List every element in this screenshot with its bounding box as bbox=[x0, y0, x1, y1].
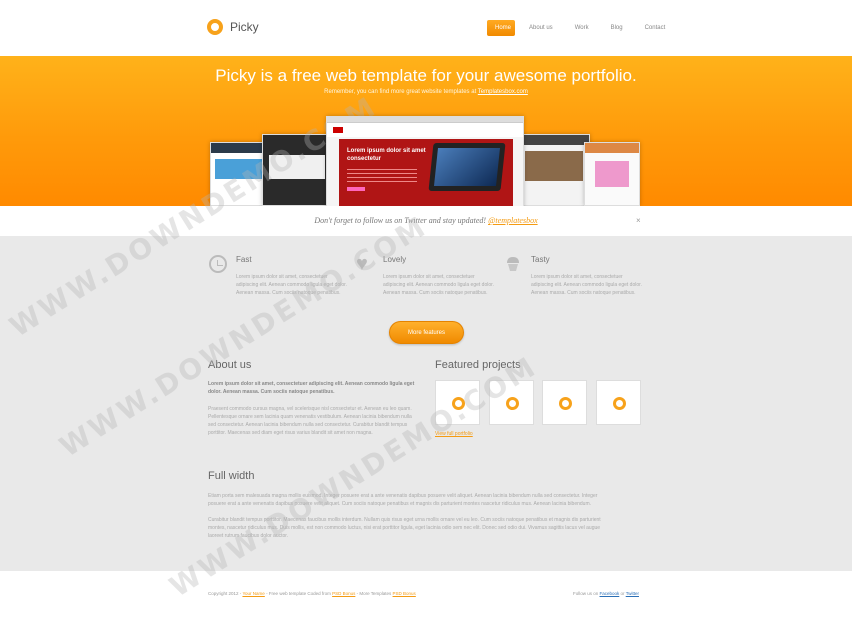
site-header: Picky Home About us Work Blog Contact bbox=[0, 0, 852, 56]
feature-title: Tasty bbox=[531, 255, 550, 264]
cupcake-icon bbox=[504, 255, 522, 273]
hero-subtitle: Remember, you can find more great websit… bbox=[0, 89, 852, 95]
footer-copyright: Copyright 2012 - Your Name - Free web te… bbox=[208, 591, 416, 596]
hero-sub-text: Remember, you can find more great websit… bbox=[324, 89, 478, 95]
logo-ring-icon bbox=[506, 397, 519, 410]
browser-nav bbox=[327, 123, 523, 137]
clock-icon bbox=[209, 255, 227, 273]
slide-title: Lorem ipsum dolor sit amet consectetur bbox=[347, 148, 426, 162]
project-thumb[interactable] bbox=[542, 380, 587, 425]
twitter-handle-link[interactable]: @templatesbox bbox=[488, 216, 538, 225]
hero-title: Picky is a free web template for your aw… bbox=[215, 66, 637, 85]
fullwidth-line: montes, nascetur ridiculus mus. Duis mol… bbox=[208, 525, 601, 531]
screenshot-right-1 bbox=[518, 134, 590, 206]
project-thumb[interactable] bbox=[596, 380, 641, 425]
about-title: About us bbox=[208, 359, 252, 371]
site-footer: Copyright 2012 - Your Name - Free web te… bbox=[0, 571, 852, 622]
twitter-text: Don't forget to follow us on Twitter and… bbox=[314, 216, 489, 225]
feature-text: Lorem ipsum dolor sit amet, consectetuer… bbox=[531, 274, 642, 296]
feature-text: Lorem ipsum dolor sit amet, consectetuer… bbox=[383, 274, 494, 296]
footer-text: Copyright 2012 - bbox=[208, 591, 243, 596]
twitter-message: Don't forget to follow us on Twitter and… bbox=[0, 216, 852, 225]
twitter-link[interactable]: Twitter bbox=[626, 591, 639, 596]
about-lead: Lorem ipsum dolor sit amet, consectetuer… bbox=[208, 381, 415, 395]
view-portfolio-link[interactable]: View full portfolio bbox=[435, 431, 473, 437]
logo-text: Picky bbox=[230, 20, 259, 34]
nav-work[interactable]: Work bbox=[567, 20, 597, 36]
footer-psd-link[interactable]: PSD Bonus bbox=[332, 591, 355, 596]
footer-text: - More Templates bbox=[355, 591, 393, 596]
logo-ring-icon bbox=[207, 19, 223, 35]
screenshot-right-2 bbox=[584, 142, 640, 206]
main-nav: Home About us Work Blog Contact bbox=[487, 20, 679, 36]
about-body: Praesent commodo cursus magna, vel scele… bbox=[208, 406, 412, 436]
template-screenshots: Lorem ipsum dolor sit amet consectetur bbox=[210, 116, 640, 206]
twitter-strip: Don't forget to follow us on Twitter and… bbox=[0, 206, 852, 236]
slide-button bbox=[347, 187, 365, 191]
nav-about[interactable]: About us bbox=[521, 20, 561, 36]
mini-logo-icon bbox=[333, 127, 343, 133]
fullwidth-line: Etiam porta sem malesuada magna mollis e… bbox=[208, 493, 598, 499]
feature-title: Fast bbox=[236, 255, 252, 264]
screenshot-left-2 bbox=[262, 134, 332, 206]
project-thumb[interactable] bbox=[489, 380, 534, 425]
close-icon[interactable]: × bbox=[636, 216, 641, 225]
fullwidth-title: Full width bbox=[208, 470, 255, 482]
feature-title: Lovely bbox=[383, 255, 407, 264]
footer-name-link[interactable]: Your Name bbox=[242, 591, 264, 596]
hero-banner: Picky is a free web template for your aw… bbox=[0, 56, 852, 206]
screenshot-left-1 bbox=[210, 142, 268, 206]
more-features-button[interactable]: More features bbox=[389, 321, 464, 344]
logo-ring-icon bbox=[452, 397, 465, 410]
fullwidth-line: Curabitur blandit tempus porttitor. Maec… bbox=[208, 517, 601, 523]
footer-text: - Free web template Coded from bbox=[264, 591, 333, 596]
feature-text: Lorem ipsum dolor sit amet, consectetuer… bbox=[236, 274, 347, 296]
nav-contact[interactable]: Contact bbox=[637, 20, 674, 36]
nav-home[interactable]: Home bbox=[487, 20, 515, 36]
footer-templates-link[interactable]: PSD Bonus bbox=[393, 591, 416, 596]
project-thumb[interactable] bbox=[435, 380, 480, 425]
hero-sub-link[interactable]: Templatesbox.com bbox=[478, 89, 528, 95]
facebook-link[interactable]: Facebook bbox=[600, 591, 620, 596]
footer-text: Follow us on bbox=[573, 591, 600, 596]
fullwidth-line: posuere erat a ante venenatis dapibus po… bbox=[208, 501, 592, 507]
logo-ring-icon bbox=[559, 397, 572, 410]
screenshot-main: Lorem ipsum dolor sit amet consectetur bbox=[326, 116, 524, 206]
fullwidth-line: laoreet rutrum faucibus dolor auctor. bbox=[208, 533, 289, 539]
featured-title: Featured projects bbox=[435, 359, 521, 371]
logo[interactable]: Picky bbox=[207, 19, 259, 35]
tablet-image bbox=[428, 143, 506, 191]
slide-text-lines bbox=[347, 169, 417, 183]
heart-icon: ♥ bbox=[356, 253, 368, 275]
logo-ring-icon bbox=[613, 397, 626, 410]
nav-blog[interactable]: Blog bbox=[603, 20, 631, 36]
screenshot-slide: Lorem ipsum dolor sit amet consectetur bbox=[339, 139, 513, 206]
footer-social: Follow us on Facebook or Twitter bbox=[573, 591, 639, 596]
